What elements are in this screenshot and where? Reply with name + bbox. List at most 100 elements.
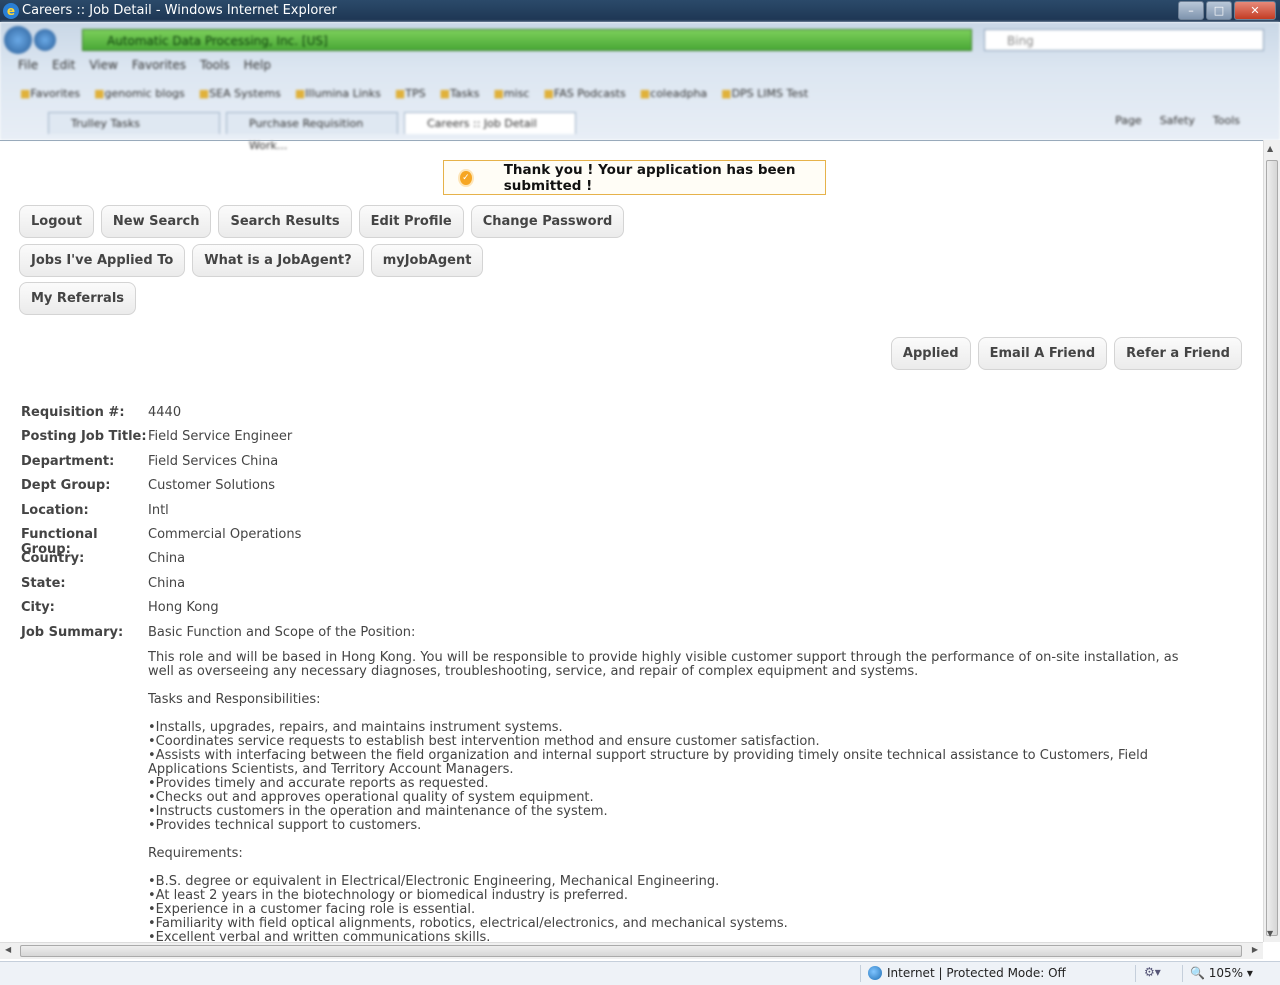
favorites-item[interactable]: Tasks: [440, 87, 479, 100]
nav-button-row: Logout New Search Search Results Edit Pr…: [19, 205, 625, 238]
my-referrals-button[interactable]: My Referrals: [19, 282, 137, 315]
nav-button-row: Jobs I've Applied To What is a JobAgent?…: [19, 244, 484, 277]
status-divider: [860, 965, 861, 982]
page-viewport: ✓ Thank you ! Your application has been …: [0, 140, 1263, 943]
favorites-item[interactable]: TPS: [395, 87, 425, 100]
detail-value: Customer Solutions: [148, 478, 276, 494]
tab-purchase-requisition[interactable]: Purchase Requisition Work...: [226, 112, 398, 152]
list-item: Checks out and approves operational qual…: [148, 791, 1208, 805]
detail-label: Job Summary:: [21, 624, 124, 640]
detail-row: Location: Intl: [21, 503, 1201, 527]
detail-row: Functional Group: Commercial Operations: [21, 526, 1201, 557]
detail-value: Intl: [148, 502, 169, 518]
detail-row: Dept Group: Customer Solutions: [21, 478, 1201, 502]
command-tools[interactable]: Tools: [1213, 114, 1240, 127]
detail-value: Commercial Operations: [148, 526, 302, 542]
tab-trulley-tasks[interactable]: Trulley Tasks: [48, 112, 220, 134]
command-bar: Page Safety Tools: [1115, 114, 1240, 127]
menu-help[interactable]: Help: [244, 58, 271, 78]
email-friend-button[interactable]: Email A Friend: [977, 337, 1108, 370]
favorites-item[interactable]: FAS Podcasts: [543, 87, 626, 100]
detail-label: Department:: [21, 453, 115, 469]
command-safety[interactable]: Safety: [1160, 114, 1195, 127]
zoom-control[interactable]: 🔍 105% ▾: [1190, 966, 1253, 980]
requirements-list: B.S. degree or equivalent in Electrical/…: [148, 875, 1208, 944]
address-bar-row: Automatic Data Processing, Inc. [US] Bin…: [0, 26, 1280, 54]
scroll-down-icon[interactable]: ▼: [1267, 929, 1273, 938]
check-badge-icon: ✓: [460, 170, 472, 185]
close-button[interactable]: ✕: [1234, 1, 1276, 20]
list-item: Assists with interfacing between the fie…: [148, 749, 1208, 777]
scroll-right-icon[interactable]: ▶: [1252, 945, 1258, 954]
favorites-item[interactable]: Favorites: [20, 87, 80, 100]
detail-value: Field Service Engineer: [148, 429, 293, 445]
favorites-item[interactable]: genomic blogs: [94, 87, 185, 100]
nav-button-row: My Referrals: [19, 282, 137, 315]
tasks-heading: Tasks and Responsibilities:: [148, 692, 321, 707]
edit-profile-button[interactable]: Edit Profile: [358, 205, 464, 238]
detail-label: Location:: [21, 502, 89, 518]
menu-tools[interactable]: Tools: [200, 58, 230, 78]
detail-value: Hong Kong: [148, 600, 219, 616]
detail-label: Dept Group:: [21, 478, 111, 494]
security-zone[interactable]: Internet | Protected Mode: Off: [868, 966, 1066, 980]
new-search-button[interactable]: New Search: [100, 205, 212, 238]
forward-button[interactable]: [34, 29, 56, 51]
horizontal-scroll-thumb[interactable]: [20, 945, 1242, 957]
tab-strip: Trulley Tasks Purchase Requisition Work.…: [0, 108, 1280, 152]
menu-bar: File Edit View Favorites Tools Help: [0, 58, 1280, 78]
refer-friend-button[interactable]: Refer a Friend: [1114, 337, 1242, 370]
success-banner: ✓ Thank you ! Your application has been …: [443, 160, 826, 195]
menu-file[interactable]: File: [18, 58, 38, 78]
detail-label: Country:: [21, 551, 85, 567]
browser-chrome: Automatic Data Processing, Inc. [US] Bin…: [0, 22, 1280, 152]
security-zone-label: Internet | Protected Mode: Off: [887, 966, 1066, 980]
popup-blocker-icon[interactable]: ⚙▾: [1144, 965, 1161, 979]
applied-button[interactable]: Applied: [890, 337, 971, 370]
change-password-button[interactable]: Change Password: [470, 205, 625, 238]
menu-favorites[interactable]: Favorites: [132, 58, 186, 78]
detail-value: Basic Function and Scope of the Position…: [148, 624, 416, 640]
logout-button[interactable]: Logout: [19, 205, 94, 238]
detail-row: State: China: [21, 576, 1201, 600]
myjobagent-button[interactable]: myJobAgent: [370, 244, 484, 277]
window-title: Careers :: Job Detail - Windows Internet…: [22, 3, 337, 18]
status-divider: [1182, 965, 1183, 982]
detail-label: Posting Job Title:: [21, 429, 147, 445]
what-is-jobagent-button[interactable]: What is a JobAgent?: [192, 244, 364, 277]
list-item: Coordinates service requests to establis…: [148, 735, 1208, 749]
maximize-button[interactable]: □: [1206, 1, 1232, 20]
scroll-up-icon[interactable]: ▲: [1267, 144, 1273, 153]
favorites-item[interactable]: DPS LIMS Test: [721, 87, 809, 100]
menu-edit[interactable]: Edit: [52, 58, 75, 78]
detail-value: China: [148, 551, 186, 567]
jobs-applied-button[interactable]: Jobs I've Applied To: [19, 244, 186, 277]
favorites-item[interactable]: Illumina Links: [295, 87, 381, 100]
search-box[interactable]: Bing: [984, 29, 1264, 51]
menu-view[interactable]: View: [89, 58, 117, 78]
vertical-scrollbar[interactable]: ▲ ▼: [1263, 140, 1280, 942]
list-item: Installs, upgrades, repairs, and maintai…: [148, 721, 1208, 735]
minimize-button[interactable]: –: [1178, 1, 1204, 20]
address-field[interactable]: Automatic Data Processing, Inc. [US]: [82, 29, 972, 51]
favorites-item[interactable]: coleadpha: [640, 87, 707, 100]
favorites-bar: Favorites genomic blogs SEA Systems Illu…: [0, 82, 1280, 104]
detail-label: City:: [21, 600, 55, 616]
list-item: Provides timely and accurate reports as …: [148, 777, 1208, 791]
detail-value: China: [148, 575, 186, 591]
command-page[interactable]: Page: [1115, 114, 1142, 127]
list-item: At least 2 years in the biotechnology or…: [148, 889, 1208, 903]
list-item: Experience in a customer facing role is …: [148, 903, 1208, 917]
favorites-item[interactable]: SEA Systems: [199, 87, 281, 100]
list-item: Familiarity with field optical alignment…: [148, 917, 1208, 931]
job-actions: Applied Email A Friend Refer a Friend: [890, 337, 1242, 370]
back-button[interactable]: [4, 26, 32, 54]
vertical-scroll-thumb[interactable]: [1266, 160, 1278, 936]
window-controls: – □ ✕: [1178, 1, 1276, 20]
horizontal-scrollbar[interactable]: ◀ ▶: [0, 942, 1263, 959]
scroll-left-icon[interactable]: ◀: [5, 945, 11, 954]
search-results-button[interactable]: Search Results: [218, 205, 352, 238]
tab-job-detail[interactable]: Careers :: Job Detail: [404, 112, 576, 134]
detail-row: Job Summary: Basic Function and Scope of …: [21, 625, 1201, 649]
favorites-item[interactable]: misc: [494, 87, 530, 100]
